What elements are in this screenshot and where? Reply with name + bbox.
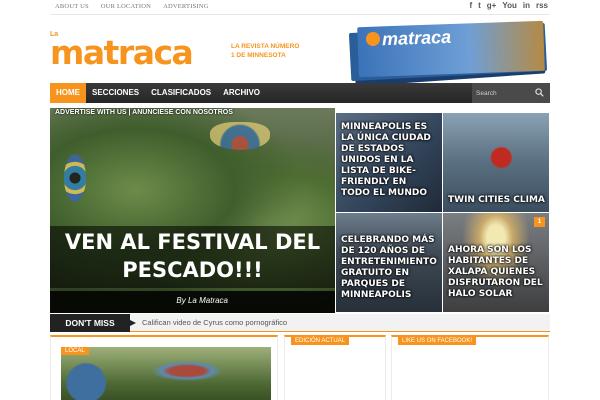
edicion-actual-widget: EDICIÓN ACTUAL bbox=[284, 335, 386, 400]
top-links: ABOUT US OUR LOCATION ADVERTISING bbox=[55, 3, 209, 10]
edicion-actual-label: EDICIÓN ACTUAL bbox=[291, 337, 350, 345]
magazine-banner[interactable]: matraca bbox=[346, 20, 549, 87]
tile-caption: TWIN CITIES CLIMA bbox=[448, 195, 545, 205]
tile-caption: MINNEAPOLIS ES LA ÚNICA CIUDAD DE ESTADO… bbox=[341, 122, 431, 198]
top-link-our-location[interactable]: OUR LOCATION bbox=[101, 3, 151, 10]
dont-miss-ticker: DON'T MISS Califican video de Cyrus como… bbox=[50, 314, 550, 332]
linkedin-icon[interactable]: in bbox=[523, 1, 530, 10]
nav-item-home[interactable]: HOME bbox=[50, 83, 86, 103]
logo-tagline: La revista número 1 de Minnesota bbox=[231, 43, 300, 59]
local-news-widget: LOCAL bbox=[50, 335, 278, 400]
rss-icon[interactable]: rss bbox=[536, 1, 548, 10]
hero-slide[interactable]: ADVERTISE WITH US | ANÚNCIESE CON NOSOTR… bbox=[50, 108, 335, 313]
top-link-advertising[interactable]: ADVERTISING bbox=[163, 3, 209, 10]
search-icon[interactable] bbox=[535, 88, 544, 97]
local-news-image[interactable] bbox=[61, 347, 271, 400]
page: ABOUT US OUR LOCATION ADVERTISING f t g+… bbox=[0, 0, 600, 400]
twitter-icon[interactable]: t bbox=[478, 1, 481, 10]
search-box bbox=[472, 83, 550, 103]
dont-miss-label: DON'T MISS bbox=[50, 314, 136, 332]
facebook-widget-label: LIKE US ON FACEBOOK! bbox=[398, 337, 477, 345]
local-category-tag[interactable]: LOCAL bbox=[61, 347, 89, 355]
tile-twin-cities-clima[interactable]: TWIN CITIES CLIMA bbox=[443, 113, 549, 212]
nav-item-archivo[interactable]: ARCHIVO bbox=[217, 83, 266, 103]
tile-halo-solar[interactable]: 1 AHORA SON LOS HABITANTES DE XALAPA QUI… bbox=[443, 213, 549, 312]
hero-title[interactable]: VEN AL FESTIVAL DEL PESCADO!!! bbox=[50, 228, 335, 284]
tile-caption: CELEBRANDO MÁS DE 120 AÑOS DE ENTRETENIM… bbox=[341, 235, 437, 300]
magazine-cover-title: matraca bbox=[381, 26, 452, 50]
top-bar: ABOUT US OUR LOCATION ADVERTISING f t g+… bbox=[50, 0, 550, 15]
facebook-widget: LIKE US ON FACEBOOK! bbox=[391, 335, 549, 400]
hero-byline: By La Matraca bbox=[176, 296, 228, 305]
dont-miss-headline[interactable]: Califican video de Cyrus como pornográfi… bbox=[142, 318, 287, 327]
social-links: f t g+ You in rss bbox=[469, 1, 548, 10]
tile-caption: AHORA SON LOS HABITANTES DE XALAPA QUIEN… bbox=[448, 245, 543, 299]
logo-main-text: matraca bbox=[50, 33, 194, 72]
youtube-icon[interactable]: You bbox=[502, 1, 517, 10]
googleplus-icon[interactable]: g+ bbox=[487, 1, 497, 10]
tile-parques-minneapolis[interactable]: CELEBRANDO MÁS DE 120 AÑOS DE ENTRETENIM… bbox=[336, 213, 442, 312]
main-nav: HOME SECCIONES CLASIFICADOS ARCHIVO bbox=[50, 83, 550, 103]
nav-item-clasificados[interactable]: CLASIFICADOS bbox=[145, 83, 217, 103]
hero-image-sculpture bbox=[64, 154, 86, 202]
nav-items: HOME SECCIONES CLASIFICADOS ARCHIVO bbox=[50, 83, 266, 103]
top-link-about-us[interactable]: ABOUT US bbox=[55, 3, 89, 10]
facebook-icon[interactable]: f bbox=[469, 1, 472, 10]
magazine-badge-icon bbox=[366, 32, 380, 46]
comment-count-badge[interactable]: 1 bbox=[534, 217, 545, 227]
hero-image-sculpture-2 bbox=[210, 122, 270, 150]
nav-item-secciones[interactable]: SECCIONES bbox=[86, 83, 145, 103]
advertise-link[interactable]: ADVERTISE WITH US | ANÚNCIESE CON NOSOTR… bbox=[55, 109, 233, 116]
tile-bike-friendly[interactable]: MINNEAPOLIS ES LA ÚNICA CIUDAD DE ESTADO… bbox=[336, 113, 442, 212]
site-logo[interactable]: La matraca La revista número 1 de Minnes… bbox=[50, 28, 310, 78]
search-input[interactable] bbox=[476, 87, 534, 99]
